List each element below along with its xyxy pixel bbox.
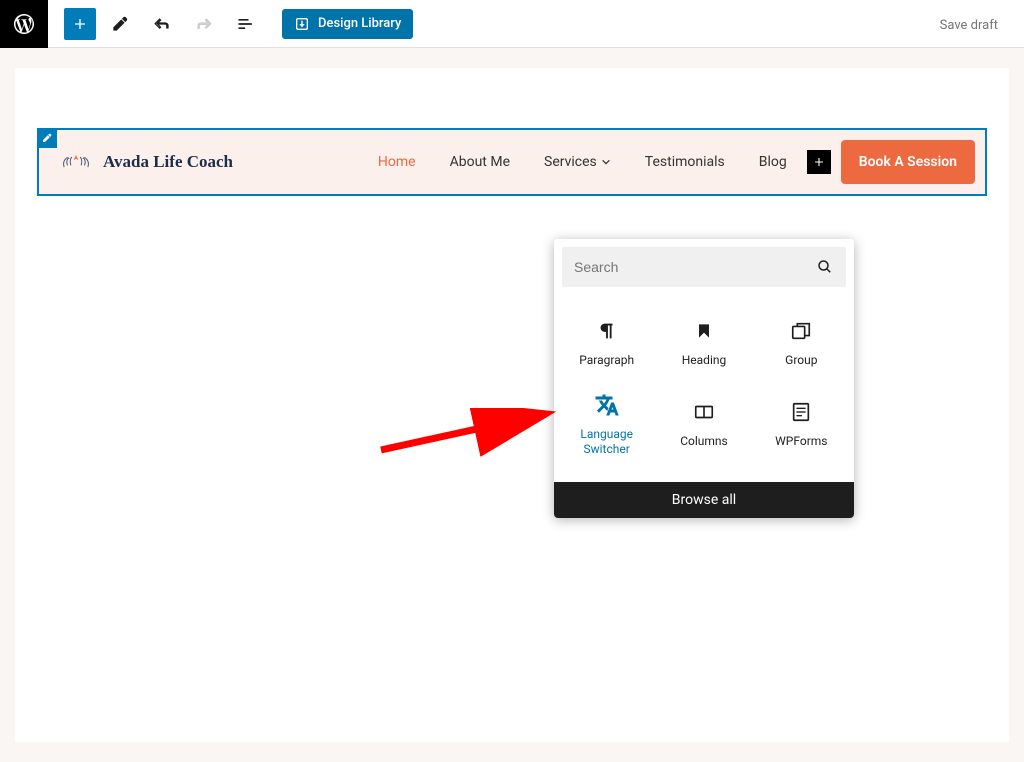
site-title: Avada Life Coach bbox=[103, 152, 233, 172]
site-logo[interactable]: Avada Life Coach bbox=[59, 149, 233, 175]
design-library-button[interactable]: Design Library bbox=[282, 9, 413, 39]
group-icon bbox=[790, 320, 812, 342]
page-frame: Avada Life Coach Home About Me Services … bbox=[15, 68, 1009, 742]
list-icon bbox=[236, 14, 256, 34]
inserter-blocks-grid: Paragraph Heading Group Language Switche… bbox=[554, 295, 854, 482]
heading-icon bbox=[694, 321, 714, 341]
block-paragraph[interactable]: Paragraph bbox=[558, 307, 655, 381]
block-edit-handle[interactable] bbox=[37, 128, 57, 148]
design-library-label: Design Library bbox=[318, 16, 401, 31]
paragraph-icon bbox=[596, 320, 618, 342]
block-group[interactable]: Group bbox=[753, 307, 850, 381]
pencil-icon bbox=[110, 14, 130, 34]
add-block-inline-button[interactable] bbox=[807, 150, 831, 174]
undo-icon bbox=[152, 14, 172, 34]
undo-button[interactable] bbox=[144, 6, 180, 42]
editor-toolbar: Design Library Save draft bbox=[0, 0, 1024, 48]
language-icon bbox=[595, 393, 619, 417]
wordpress-logo-button[interactable] bbox=[0, 0, 48, 48]
block-columns[interactable]: Columns bbox=[655, 381, 752, 470]
nav-item-blog[interactable]: Blog bbox=[759, 154, 787, 170]
wpforms-icon bbox=[790, 401, 812, 423]
hands-logo-icon bbox=[59, 149, 93, 175]
block-wpforms[interactable]: WPForms bbox=[753, 381, 850, 470]
plus-icon bbox=[70, 14, 90, 34]
list-view-button[interactable] bbox=[228, 6, 264, 42]
save-draft-button[interactable]: Save draft bbox=[930, 12, 1008, 39]
block-language-switcher[interactable]: Language Switcher bbox=[558, 381, 655, 470]
chevron-down-icon bbox=[601, 157, 611, 167]
block-heading[interactable]: Heading bbox=[655, 307, 752, 381]
inserter-search bbox=[562, 247, 846, 287]
site-header-block[interactable]: Avada Life Coach Home About Me Services … bbox=[37, 128, 987, 196]
search-input[interactable] bbox=[574, 259, 816, 275]
pencil-icon bbox=[41, 132, 53, 144]
browse-all-button[interactable]: Browse all bbox=[554, 482, 854, 518]
nav-item-home[interactable]: Home bbox=[378, 154, 416, 170]
redo-button[interactable] bbox=[186, 6, 222, 42]
nav-menu: Home About Me Services Testimonials Blog bbox=[378, 154, 787, 170]
edit-tool-button[interactable] bbox=[102, 6, 138, 42]
redo-icon bbox=[194, 14, 214, 34]
library-icon bbox=[294, 16, 310, 32]
plus-icon bbox=[811, 154, 827, 170]
search-icon bbox=[816, 258, 834, 276]
add-block-button[interactable] bbox=[64, 8, 96, 40]
editor-canvas: Avada Life Coach Home About Me Services … bbox=[0, 48, 1024, 762]
nav-item-about[interactable]: About Me bbox=[450, 154, 510, 170]
wordpress-icon bbox=[12, 12, 36, 36]
block-inserter-popover: Paragraph Heading Group Language Switche… bbox=[554, 239, 854, 518]
book-session-button[interactable]: Book A Session bbox=[841, 140, 975, 184]
nav-item-testimonials[interactable]: Testimonials bbox=[645, 154, 725, 170]
columns-icon bbox=[693, 401, 715, 423]
nav-item-services[interactable]: Services bbox=[544, 154, 611, 170]
